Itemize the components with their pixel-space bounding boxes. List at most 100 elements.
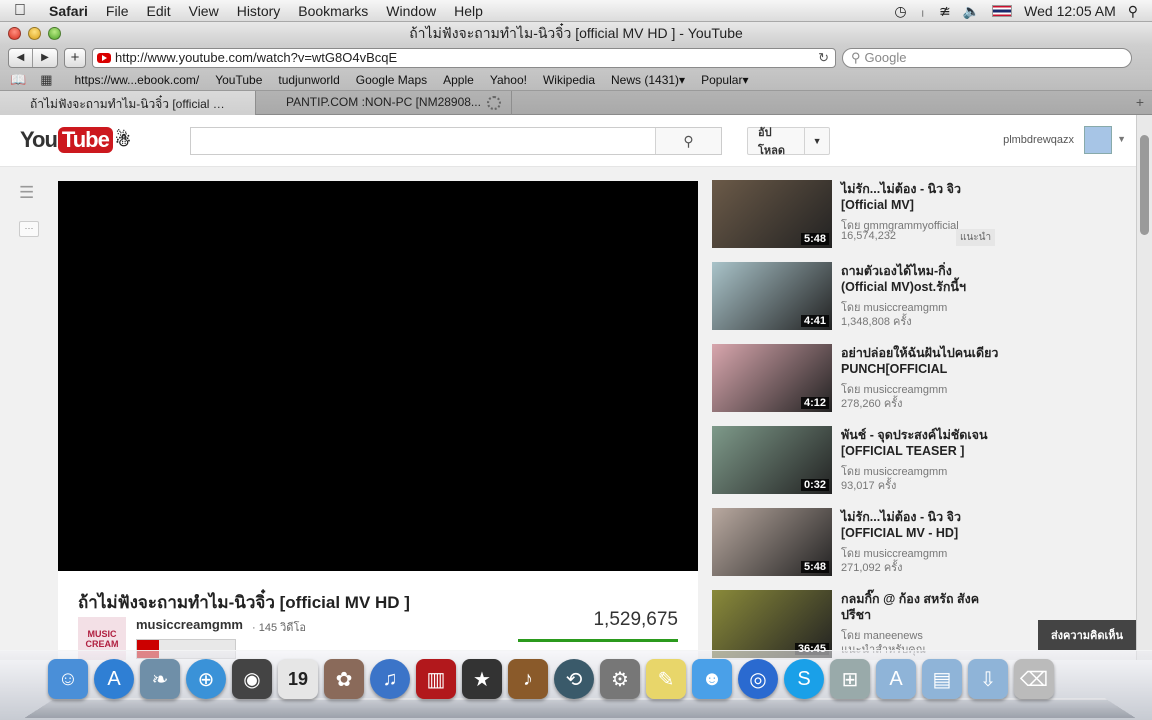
related-title[interactable]: ไม่รัก...ไม่ต้อง - นิว จิว [OFFICIAL MV … (841, 509, 1001, 541)
safari-icon[interactable]: ⊕ (186, 659, 226, 699)
system-preferences-icon[interactable]: ⚙ (600, 659, 640, 699)
messenger-icon[interactable]: ☻ (692, 659, 732, 699)
forward-button[interactable]: ▶ (33, 49, 57, 67)
app-store-icon[interactable]: A (94, 659, 134, 699)
dock-shelf (24, 698, 1136, 718)
bookmark-youtube[interactable]: YouTube (207, 73, 270, 87)
related-video-item[interactable]: 4:12 อย่าปล่อยให้ฉันฝันไปคนเดียว PUNCH[OF… (712, 341, 1012, 423)
trash-icon[interactable]: ⌫ (1014, 659, 1054, 699)
account-username[interactable]: plmbdrewqazx (1003, 134, 1074, 146)
wifi-icon[interactable]: ≇ (939, 3, 951, 20)
back-button[interactable]: ◀ (9, 48, 33, 67)
tab-youtube[interactable]: ถ้าไม่ฟังจะถามทำไม-นิวจิ๋ว [official MV.… (0, 91, 256, 115)
windows-icon[interactable]: ⊞ (830, 659, 870, 699)
google-search-field[interactable]: ⚲ Google (842, 47, 1132, 68)
bluetooth-icon[interactable]: ᛧ (919, 3, 927, 19)
guide-menu-icon[interactable]: ☰ (19, 183, 34, 203)
menu-clock[interactable]: Wed 12:05 AM (1024, 3, 1116, 19)
address-bar[interactable]: http://www.youtube.com/watch?v=wtG8O4vBc… (92, 47, 836, 68)
photo-booth-icon[interactable]: ✿ (324, 659, 364, 699)
page-scrollbar[interactable] (1136, 115, 1152, 660)
related-thumbnail[interactable]: 5:48 (712, 180, 832, 248)
volume-icon[interactable]: 🔈 (963, 3, 980, 20)
menu-bookmarks[interactable]: Bookmarks (289, 3, 377, 19)
skype-icon[interactable]: S (784, 659, 824, 699)
menu-edit[interactable]: Edit (137, 3, 179, 19)
minimize-window-button[interactable] (28, 27, 41, 40)
stickies-icon[interactable]: ✎ (646, 659, 686, 699)
finder-icon[interactable]: ☺ (48, 659, 88, 699)
related-video-item[interactable]: 0:32 พันช์ - จุดประสงค์ไม่ชัดเจน [OFFICIA… (712, 423, 1012, 505)
dock: ☺ A ❧ ⊕ ◉ 19 ✿ ♫ ▥ ★ ♪ ⟲ ⚙ ✎ ☻ ◎ S ⊞ A ▤ ⇩ ⌫ (0, 650, 1152, 720)
top-sites-icon[interactable]: ▦ (40, 72, 52, 88)
facetime-icon[interactable]: ◉ (232, 659, 272, 699)
upload-button[interactable]: อัปโหลด ▼ (747, 127, 830, 157)
menu-history[interactable]: History (228, 3, 290, 19)
avatar[interactable] (1084, 126, 1112, 154)
photo-booth-red-icon[interactable]: ▥ (416, 659, 456, 699)
related-thumbnail[interactable]: 0:32 (712, 426, 832, 494)
youtube-search-input[interactable]: ⚲ (190, 127, 722, 155)
preview-icon[interactable]: ❧ (140, 659, 180, 699)
reading-list-icon[interactable]: 📖 (10, 72, 26, 88)
downloads-folder-icon[interactable]: ⇩ (968, 659, 1008, 699)
scrollbar-thumb[interactable] (1140, 135, 1149, 235)
related-thumbnail[interactable]: 36:45 (712, 590, 832, 658)
related-title[interactable]: ถามตัวเองได้ไหม-กิ่ง (Official MV)ost.รั… (841, 263, 1001, 295)
menu-app-name[interactable]: Safari (40, 3, 97, 19)
youtube-search-button[interactable]: ⚲ (655, 128, 721, 154)
bookmark-wikipedia[interactable]: Wikipedia (535, 73, 603, 87)
time-machine-icon[interactable]: ⟲ (554, 659, 594, 699)
channel-name[interactable]: musiccreamgmm (136, 617, 243, 632)
bookmark-facebook[interactable]: https://ww...ebook.com/ (66, 73, 207, 87)
bookmarks-bar: 📖 ▦ https://ww...ebook.com/ YouTube tudj… (0, 70, 1152, 91)
imovie-icon[interactable]: ★ (462, 659, 502, 699)
upload-dropdown-icon[interactable]: ▼ (804, 128, 829, 154)
menu-file[interactable]: File (97, 3, 138, 19)
close-window-button[interactable] (8, 27, 21, 40)
input-source-flag-icon[interactable] (992, 5, 1013, 17)
search-placeholder: Google (864, 50, 907, 65)
related-thumbnail[interactable]: 4:12 (712, 344, 832, 412)
related-title[interactable]: กลมกิ๊ก @ ก้อง สหรัถ สังคปรีชา (841, 591, 1001, 623)
documents-folder-icon[interactable]: ▤ (922, 659, 962, 699)
channel-video-count[interactable]: · 145 วิดีโอ (252, 618, 306, 636)
bookmark-apple[interactable]: Apple (435, 73, 482, 87)
add-bookmark-button[interactable]: + (64, 47, 86, 68)
video-player[interactable] (58, 181, 698, 571)
garageband-icon[interactable]: ♪ (508, 659, 548, 699)
itunes-icon[interactable]: ♫ (370, 659, 410, 699)
bookmark-popular[interactable]: Popular▾ (693, 73, 756, 87)
calendar-icon[interactable]: 19 (278, 659, 318, 699)
related-title[interactable]: ไม่รัก...ไม่ต้อง - นิว จิว [Official MV] (841, 181, 1001, 213)
related-title[interactable]: พันช์ - จุดประสงค์ไม่ชัดเจน [OFFICIAL TE… (841, 427, 1001, 459)
related-video-item[interactable]: 5:48 ไม่รัก...ไม่ต้อง - นิว จิว [OFFICIAL… (712, 505, 1012, 587)
spotlight-icon[interactable]: ⚲ (1128, 3, 1138, 20)
time-machine-status-icon[interactable]: ◷ (894, 3, 906, 20)
tab-pantip[interactable]: PANTIP.COM :NON-PC [NM28908... (256, 91, 512, 115)
youtube-logo[interactable]: You Tube ☃ (20, 127, 131, 153)
video-duration: 0:32 (800, 479, 829, 491)
bookmark-yahoo[interactable]: Yahoo! (482, 73, 535, 87)
feedback-button[interactable]: ส่งความคิดเห็น (1038, 620, 1136, 650)
related-title[interactable]: อย่าปล่อยให้ฉันฝันไปคนเดียว PUNCH[OFFICI… (841, 345, 1001, 377)
applications-folder-icon[interactable]: A (876, 659, 916, 699)
menu-window[interactable]: Window (377, 3, 445, 19)
apple-menu-icon[interactable]:  (0, 2, 40, 20)
reload-icon[interactable]: ↻ (818, 50, 829, 66)
dvd-player-icon[interactable]: ◎ (738, 659, 778, 699)
menu-view[interactable]: View (180, 3, 228, 19)
menu-help[interactable]: Help (445, 3, 492, 19)
account-dropdown-icon[interactable]: ▼ (1117, 134, 1126, 144)
related-thumbnail[interactable]: 5:48 (712, 508, 832, 576)
related-video-item[interactable]: 4:41 ถามตัวเองได้ไหม-กิ่ง (Official MV)os… (712, 259, 1012, 341)
zoom-window-button[interactable] (48, 27, 61, 40)
bookmark-google-maps[interactable]: Google Maps (348, 73, 435, 87)
bookmark-tudjunworld[interactable]: tudjunworld (270, 73, 347, 87)
related-video-item[interactable]: 5:48 ไม่รัก...ไม่ต้อง - นิว จิว [Official… (712, 177, 1012, 259)
bookmark-news[interactable]: News (1431)▾ (603, 73, 693, 87)
more-icon[interactable]: ⋯ (19, 221, 39, 237)
url-text[interactable]: http://www.youtube.com/watch?v=wtG8O4vBc… (115, 50, 397, 65)
related-thumbnail[interactable]: 4:41 (712, 262, 832, 330)
new-tab-icon[interactable]: + (1136, 94, 1144, 110)
